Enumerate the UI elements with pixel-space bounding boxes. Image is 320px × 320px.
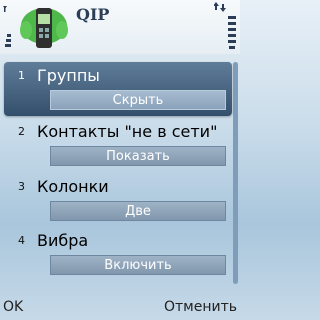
item-value-button[interactable]: Включить	[50, 255, 226, 275]
cancel-softkey[interactable]: Отменить	[164, 299, 237, 315]
settings-item-groups[interactable]: 1 Группы Скрыть	[4, 62, 232, 116]
settings-item-vibration[interactable]: 4 Вибра Включить	[4, 227, 232, 281]
scrollbar-thumb[interactable]	[233, 62, 238, 284]
softkey-bar: OK Отменить	[0, 296, 240, 320]
battery-icon	[228, 16, 236, 49]
item-value-button[interactable]: Две	[50, 201, 226, 221]
sync-icon	[214, 2, 226, 12]
item-number: 2	[18, 125, 25, 138]
item-value-button[interactable]: Скрыть	[50, 90, 226, 110]
item-label: Контакты "не в сети"	[37, 122, 218, 141]
item-label: Колонки	[37, 177, 109, 196]
item-number: 4	[18, 234, 25, 247]
item-value-button[interactable]: Показать	[50, 146, 226, 166]
scrollbar[interactable]	[232, 62, 239, 284]
item-number: 1	[18, 69, 25, 82]
signal-strength-icon	[3, 6, 11, 47]
item-label: Группы	[37, 66, 100, 85]
settings-item-offline-contacts[interactable]: 2 Контакты "не в сети" Показать	[4, 118, 232, 172]
ok-softkey[interactable]: OK	[3, 299, 23, 315]
item-label: Вибра	[37, 231, 89, 250]
status-header: QIP	[0, 0, 240, 54]
qip-logo-icon	[20, 8, 68, 48]
app-title: QIP	[76, 5, 110, 24]
settings-item-columns[interactable]: 3 Колонки Две	[4, 173, 232, 227]
item-number: 3	[18, 180, 25, 193]
